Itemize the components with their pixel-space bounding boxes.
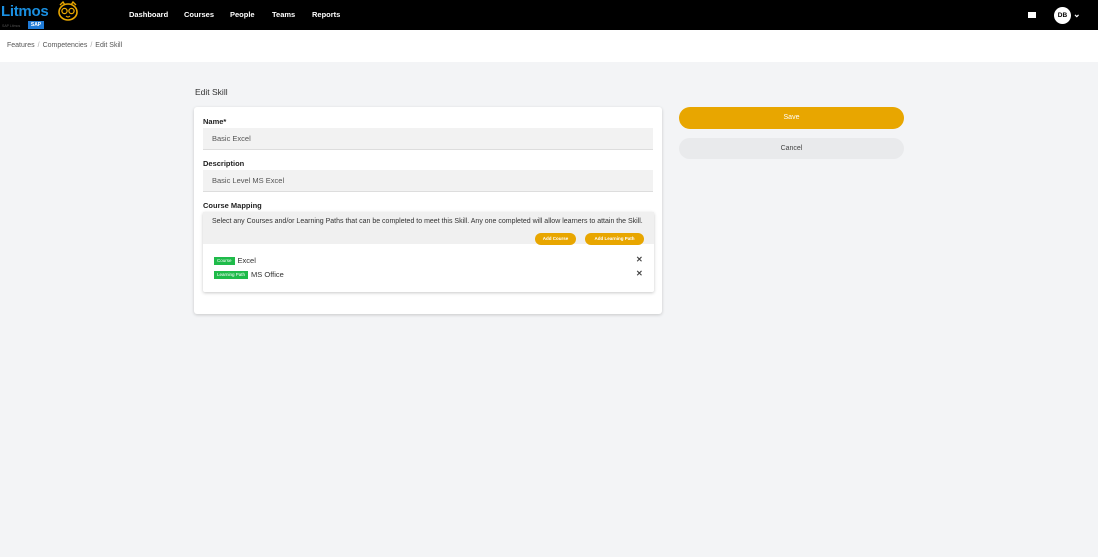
logo-subtitle: SAP Litmos <box>2 24 21 28</box>
top-navigation-bar: Litmos SAP Litmos SAP Dashboard Courses … <box>0 0 1098 30</box>
edit-skill-card: Name* Basic Excel Description Basic Leve… <box>194 107 662 314</box>
close-icon[interactable]: ✕ <box>636 269 643 278</box>
description-field[interactable]: Basic Level MS Excel <box>203 170 653 192</box>
nav-teams[interactable]: Teams <box>272 10 295 19</box>
breadcrumb-features[interactable]: Features <box>7 42 35 49</box>
owl-icon <box>58 1 78 21</box>
mapping-help-text: Select any Courses and/or Learning Paths… <box>212 218 643 225</box>
sap-badge: SAP <box>28 21 44 29</box>
mapping-name: MS Office <box>251 270 284 279</box>
breadcrumb-separator: / <box>37 42 40 49</box>
nav-people[interactable]: People <box>230 10 255 19</box>
course-mapping-label: Course Mapping <box>203 201 262 210</box>
mapping-row: Learning Path MS Office <box>214 270 284 279</box>
course-tag: Course <box>214 257 235 265</box>
mapping-name: Excel <box>237 256 256 265</box>
cancel-button[interactable]: Cancel <box>679 138 904 159</box>
breadcrumb-competencies[interactable]: Competencies <box>43 42 88 49</box>
save-button[interactable]: Save <box>679 107 904 129</box>
logo-wordmark: Litmos <box>1 3 49 20</box>
add-course-button[interactable]: Add Course <box>535 233 576 245</box>
close-icon[interactable]: ✕ <box>636 255 643 264</box>
breadcrumb: Features / Competencies / Edit Skill <box>7 42 122 49</box>
nav-reports[interactable]: Reports <box>312 10 340 19</box>
nav-courses[interactable]: Courses <box>184 10 214 19</box>
learning-path-tag: Learning Path <box>214 271 249 279</box>
page-title: Edit Skill <box>195 87 228 97</box>
breadcrumb-bar: Features / Competencies / Edit Skill <box>0 30 1098 62</box>
description-label: Description <box>203 159 245 168</box>
name-field[interactable]: Basic Excel <box>203 128 653 150</box>
nav-dashboard[interactable]: Dashboard <box>129 10 168 19</box>
litmos-logo[interactable]: Litmos SAP Litmos SAP <box>0 1 80 30</box>
breadcrumb-current: Edit Skill <box>95 42 123 49</box>
mapping-info-banner: Select any Courses and/or Learning Paths… <box>203 212 654 245</box>
course-mapping-panel: Select any Courses and/or Learning Paths… <box>203 212 654 292</box>
mapping-row: Course Excel <box>214 256 256 265</box>
breadcrumb-separator: / <box>90 42 93 49</box>
add-learning-path-button[interactable]: Add Learning Path <box>585 233 644 245</box>
name-label: Name* <box>203 117 227 126</box>
chevron-down-icon[interactable]: ⌄ <box>1073 9 1081 20</box>
envelope-icon[interactable] <box>1028 12 1036 18</box>
user-avatar[interactable]: DB <box>1054 7 1071 24</box>
